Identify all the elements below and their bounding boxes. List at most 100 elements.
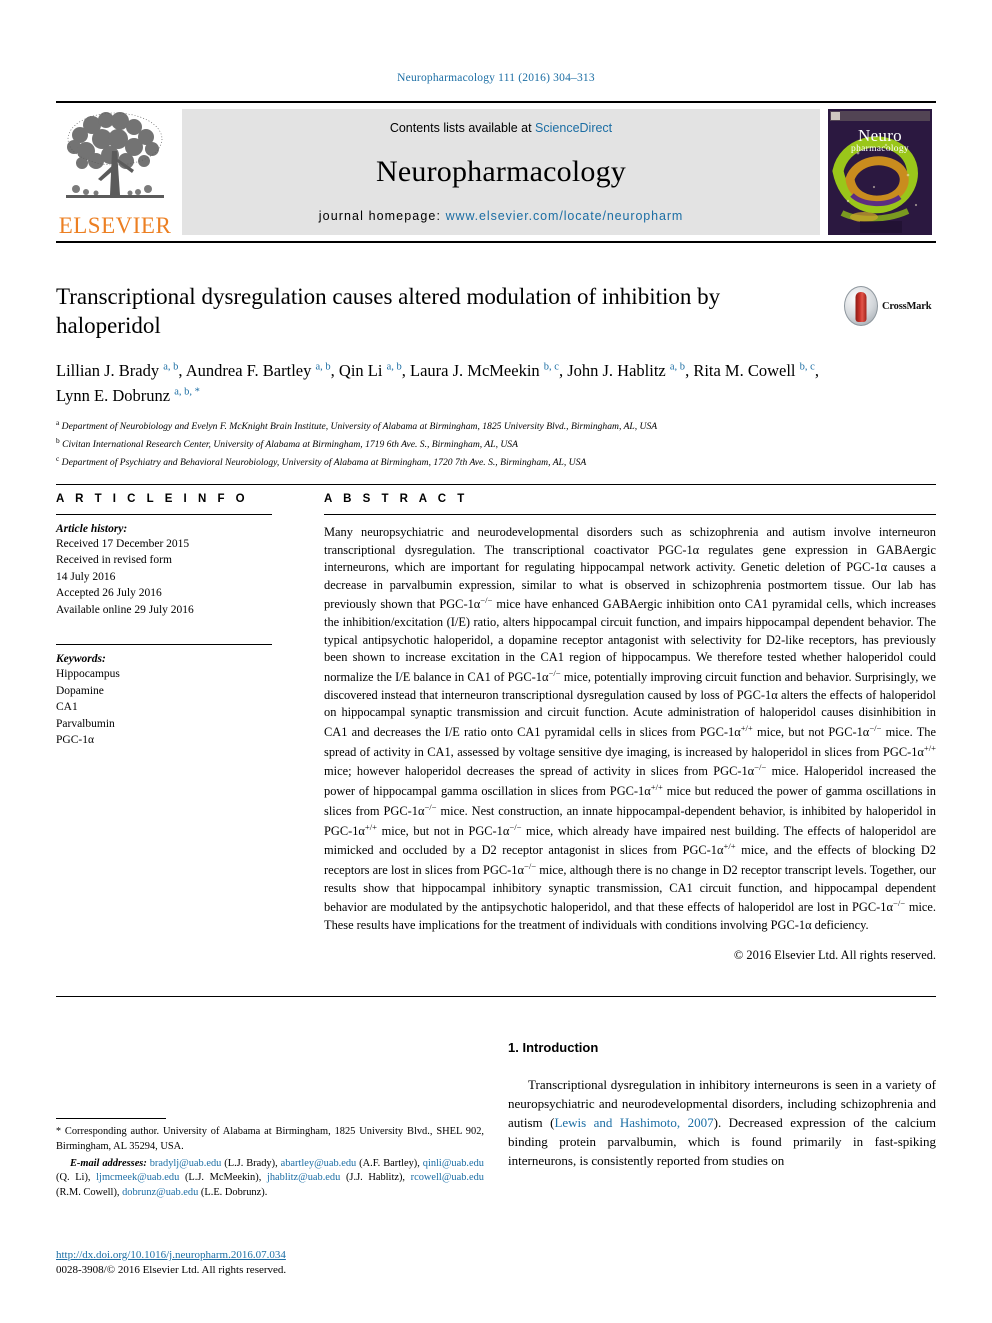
homepage-url-link[interactable]: www.elsevier.com/locate/neuropharm (446, 209, 684, 223)
abstract-body: Many neuropsychiatric and neurodevelopme… (324, 524, 936, 935)
info-top-rule (56, 484, 936, 485)
article-info-rule (56, 514, 272, 515)
info-abstract-columns: A R T I C L E I N F O Article history: R… (56, 493, 936, 963)
crossmark-label: CrossMark (882, 300, 932, 312)
abstract-heading: A B S T R A C T (324, 493, 469, 505)
email-owner: (L.E. Dobrunz). (198, 1187, 268, 1199)
author-affiliation-marker: b, c (799, 361, 815, 373)
article-info-heading: A R T I C L E I N F O (56, 493, 249, 505)
introduction-column: 1. Introduction Transcriptional dysregul… (508, 1040, 936, 1171)
paper-page: Neuropharmacology 111 (2016) 304–313 ELS… (0, 0, 992, 1323)
abstract-genotype-superscript: −/− (509, 821, 522, 832)
article-history-label: Article history: (56, 523, 128, 535)
author-separator: , (401, 360, 410, 380)
keywords-block: Keywords: Hippocampus Dopamine CA1 Parvalbu… (56, 644, 272, 748)
contents-prefix: Contents lists available at (389, 121, 536, 135)
email-owner: (L.J. McMeekin), (179, 1172, 267, 1184)
keywords-label: Keywords: (56, 653, 106, 666)
email-owner: (A.F. Bartley), (356, 1157, 423, 1169)
email-link[interactable]: jhablitz@uab.edu (267, 1172, 340, 1183)
abstract-genotype-superscript: −/− (892, 898, 906, 909)
affiliation: b Civitan International Research Center,… (56, 435, 936, 453)
journal-cover-thumbnail: Neuro pharmacology (828, 109, 932, 235)
keyword-item: Dopamine (56, 684, 104, 697)
author-list: Lillian J. Brady a, b, Aundrea F. Bartle… (56, 359, 846, 409)
affiliation: c Department of Psychiatry and Behaviora… (56, 453, 936, 471)
email-owner: (J.J. Hablitz), (340, 1172, 411, 1184)
email-addresses-label: E-mail addresses: (70, 1157, 147, 1169)
author-separator: , (178, 360, 186, 380)
keyword-item: CA1 (56, 701, 78, 714)
author-affiliation-marker: b, c (543, 361, 559, 373)
author-name: Qin Li (338, 360, 387, 380)
issn-copyright-line: 0028-3908/© 2016 Elsevier Ltd. All right… (56, 1264, 287, 1276)
email-owner: (R.M. Cowell), (56, 1187, 123, 1199)
mid-page-rule (56, 996, 936, 997)
doi-link[interactable]: http://dx.doi.org/10.1016/j.neuropharm.2… (56, 1249, 556, 1261)
author-affiliation-marker: a, b (163, 361, 179, 373)
email-owner: (Q. Li), (56, 1172, 97, 1184)
author-name: Rita M. Cowell (693, 360, 800, 380)
email-link[interactable]: dobrunz@uab.edu (122, 1187, 198, 1198)
email-link[interactable]: qinli@uab.edu (423, 1158, 484, 1169)
author-affiliation-marker: a, b, * (174, 386, 200, 398)
abstract-genotype-superscript: +/+ (650, 782, 663, 793)
abstract-genotype-superscript: −/− (480, 595, 493, 606)
elsevier-tree-icon (66, 112, 164, 198)
elsevier-wordmark: ELSEVIER (58, 213, 172, 238)
author-name: Lillian J. Brady (56, 360, 164, 380)
abstract-genotype-superscript: −/− (754, 762, 767, 773)
introduction-body: Transcriptional dysregulation in inhibit… (508, 1076, 936, 1171)
email-link[interactable]: ljmcmeek@uab.edu (96, 1172, 179, 1183)
contents-band: Contents lists available at ScienceDirec… (182, 109, 820, 235)
homepage-prefix: journal homepage: (318, 209, 446, 223)
author-separator: , (558, 360, 568, 380)
article-info-column: A R T I C L E I N F O Article history: R… (56, 493, 294, 963)
author-affiliation-marker: a, b (669, 361, 686, 373)
author-name: Lynn E. Dobrunz (56, 385, 175, 405)
author-name: Laura J. McMeekin (410, 360, 544, 380)
running-head: Neuropharmacology 111 (2016) 304–313 (397, 72, 595, 84)
author-name: Aundrea F. Bartley (185, 360, 316, 380)
abstract-genotype-superscript: +/+ (364, 821, 378, 832)
abstract-genotype-superscript: +/+ (923, 742, 936, 753)
abstract-text-run: mice; however haloperidol decreases the … (324, 764, 755, 779)
abstract-text-run: mice, but not in PGC-1α (377, 823, 510, 838)
affiliation-list: a Department of Neurobiology and Evelyn … (56, 417, 936, 470)
footnote-block: * Corresponding author. University of Al… (56, 1118, 484, 1201)
article-title: Transcriptional dysregulation causes alt… (56, 284, 721, 339)
email-link[interactable]: bradylj@uab.edu (150, 1158, 222, 1169)
crossmark-badge[interactable]: CrossMark (844, 284, 936, 328)
email-link[interactable]: abartley@uab.edu (281, 1158, 357, 1169)
journal-homepage-line: journal homepage: www.elsevier.com/locat… (319, 209, 683, 223)
crossmark-icon (844, 286, 878, 326)
abstract-column: A B S T R A C T Many neuropsychiatric an… (294, 493, 936, 963)
cover-title-line1: Neuro (858, 126, 902, 145)
journal-name: Neuropharmacology (376, 155, 626, 188)
article-history-item: Accepted 26 July 2016 (56, 587, 162, 600)
keyword-item: Parvalbumin (56, 717, 115, 730)
author-separator: , (330, 360, 339, 380)
abstract-rule (324, 514, 936, 515)
article-history-item: Received 17 December 2015 (56, 538, 190, 550)
title-block: Transcriptional dysregulation causes alt… (56, 282, 936, 471)
elsevier-logo: ELSEVIER (56, 103, 174, 241)
author-name: John J. Hablitz (567, 360, 670, 380)
citation-link[interactable]: Lewis and Hashimoto, 2007 (554, 1115, 713, 1130)
footnote-rule (56, 1118, 166, 1119)
abstract-copyright: © 2016 Elsevier Ltd. All rights reserved… (733, 947, 936, 962)
introduction-heading: 1. Introduction (508, 1040, 599, 1055)
keywords-list: Hippocampus Dopamine CA1 Parvalbumin PGC-1α (56, 666, 272, 748)
abstract-genotype-superscript: −/− (523, 861, 537, 872)
keywords-rule (56, 644, 272, 646)
email-addresses-note: E-mail addresses: bradylj@uab.edu (L.J. … (56, 1157, 484, 1201)
sciencedirect-link[interactable]: ScienceDirect (535, 121, 612, 135)
article-history-item: 14 July 2016 (56, 570, 116, 583)
email-link[interactable]: rcowell@uab.edu (411, 1172, 484, 1183)
footer-doi-block: http://dx.doi.org/10.1016/j.neuropharm.2… (56, 1249, 556, 1276)
abstract-genotype-superscript: −/− (548, 668, 561, 678)
article-history-list: Received 17 December 2015 Received in rev… (56, 536, 272, 618)
abstract-text-run: mice, but not PGC-1α (752, 725, 870, 740)
affiliation-text: Civitan International Research Center, U… (59, 439, 518, 451)
journal-masthead: ELSEVIER Contents lists available at Sci… (56, 101, 936, 243)
